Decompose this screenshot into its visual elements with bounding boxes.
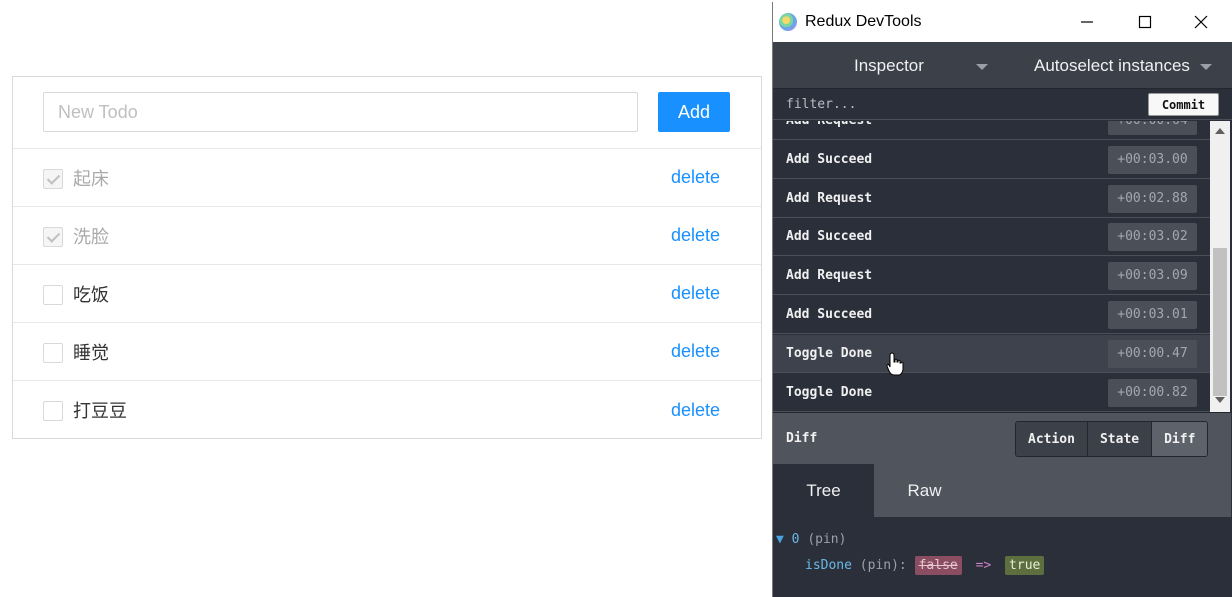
- commit-button[interactable]: Commit: [1148, 93, 1219, 116]
- action-time-badge: +00:03.00: [1108, 145, 1197, 174]
- delete-link[interactable]: delete: [671, 225, 720, 246]
- minimize-button[interactable]: [1073, 10, 1101, 34]
- diff-arrow: =>: [975, 558, 992, 573]
- hand-cursor-icon: [886, 352, 904, 376]
- delete-link[interactable]: delete: [671, 341, 720, 362]
- action-row[interactable]: Add Succeed +00:03.00: [773, 140, 1210, 179]
- mode-button-state[interactable]: State: [1087, 422, 1153, 456]
- action-name: Add Succeed: [786, 307, 873, 322]
- action-row[interactable]: Add Request +00:03.09: [773, 257, 1210, 296]
- window-title: Redux DevTools: [805, 13, 922, 30]
- tab-raw[interactable]: Raw: [874, 464, 975, 517]
- redux-devtools-logo-icon: [779, 13, 797, 31]
- todo-text: 吃饭: [73, 284, 109, 306]
- action-name: Add Succeed: [786, 229, 873, 245]
- close-icon: [1194, 15, 1208, 29]
- maximize-icon: [1138, 15, 1152, 29]
- todo-text: 睡觉: [73, 342, 109, 364]
- delete-link[interactable]: delete: [671, 167, 720, 188]
- inspector-dropdown[interactable]: Inspector: [854, 56, 924, 76]
- action-time-badge: +00:00.47: [1108, 339, 1197, 368]
- window-titlebar: Redux DevTools: [773, 2, 1232, 42]
- todo-checkbox[interactable]: [43, 401, 63, 421]
- scroll-up-arrow-icon[interactable]: [1215, 128, 1225, 134]
- action-row[interactable]: Toggle Done +00:00.82: [773, 373, 1210, 412]
- todo-checkbox[interactable]: [43, 227, 63, 247]
- todo-checkbox[interactable]: [43, 343, 63, 363]
- diff-panel-header: Diff Action State Diff: [773, 412, 1231, 464]
- todo-item: 洗脸 delete: [13, 207, 761, 265]
- minimize-icon: [1081, 21, 1093, 23]
- action-time-badge: +00:02.88: [1108, 184, 1197, 213]
- action-time-badge: +00:03.09: [1108, 262, 1197, 291]
- redux-devtools-window: Redux DevTools Inspector Autoselect inst…: [772, 2, 1232, 597]
- new-todo-input[interactable]: [43, 92, 638, 132]
- tree-node-row[interactable]: ▼ 0 (pin): [776, 532, 846, 547]
- tree-node-key: 0: [791, 532, 800, 547]
- view-tabs: Tree Raw: [773, 464, 1231, 517]
- action-row[interactable]: Add Succeed +00:03.01: [773, 296, 1210, 334]
- todo-text: 起床: [73, 168, 109, 190]
- expand-triangle-icon[interactable]: ▼: [776, 532, 784, 547]
- scroll-down-arrow-icon[interactable]: [1215, 397, 1225, 403]
- tree-field-row: isDone (pin): false => true: [805, 556, 1045, 575]
- action-row[interactable]: Add Succeed +00:03.02: [773, 218, 1210, 257]
- delete-link[interactable]: delete: [671, 400, 720, 421]
- action-row[interactable]: Toggle Done +00:00.47: [773, 334, 1210, 373]
- inspector-chevron-down-icon[interactable]: [976, 64, 988, 70]
- action-time-badge: +00:03.01: [1108, 301, 1197, 329]
- delete-link[interactable]: delete: [671, 283, 720, 304]
- todo-checkbox[interactable]: [43, 285, 63, 305]
- todo-checkbox[interactable]: [43, 169, 63, 189]
- todo-list: 起床 delete 洗脸 delete 吃饭 delete 睡觉 delete 打豆豆 delet…: [13, 149, 761, 439]
- todo-header: Add: [13, 77, 761, 149]
- diff-tree: ▼ 0 (pin) isDone (pin): false => true: [773, 517, 1231, 597]
- instances-chevron-down-icon[interactable]: [1200, 64, 1212, 70]
- action-time-badge: +00:00.64: [1108, 121, 1197, 135]
- todo-item: 打豆豆 delete: [13, 381, 761, 439]
- filter-input[interactable]: [773, 89, 1143, 120]
- action-name: Toggle Done: [786, 384, 873, 400]
- action-row[interactable]: Add Request +00:02.88: [773, 179, 1210, 218]
- todo-text: 洗脸: [73, 226, 109, 248]
- action-list-scrollbar[interactable]: [1210, 121, 1230, 412]
- tree-field-type: (pin):: [859, 558, 907, 573]
- new-value-badge: true: [1005, 556, 1045, 575]
- action-name: Add Succeed: [786, 151, 873, 167]
- action-time-badge: +00:00.82: [1108, 378, 1197, 407]
- action-name: Toggle Done: [786, 345, 873, 361]
- action-name: Add Request: [786, 121, 872, 128]
- action-name: Add Request: [786, 190, 873, 206]
- diff-panel-title: Diff: [786, 431, 818, 446]
- scroll-thumb[interactable]: [1213, 248, 1227, 396]
- mode-button-action[interactable]: Action: [1016, 422, 1088, 456]
- add-button[interactable]: Add: [658, 92, 730, 132]
- monitor-mode-switch: Action State Diff: [1015, 421, 1209, 457]
- todo-item: 起床 delete: [13, 149, 761, 207]
- todo-item: 吃饭 delete: [13, 265, 761, 323]
- instances-dropdown[interactable]: Autoselect instances: [1034, 56, 1190, 76]
- action-row[interactable]: Add Request +00:00.64: [773, 121, 1210, 140]
- close-button[interactable]: [1187, 10, 1215, 34]
- todo-text: 打豆豆: [73, 401, 127, 422]
- devtools-toolbar: Inspector Autoselect instances: [773, 42, 1232, 89]
- tab-tree[interactable]: Tree: [773, 464, 874, 517]
- action-time-badge: +00:03.02: [1108, 223, 1197, 252]
- todo-card: Add 起床 delete 洗脸 delete 吃饭 delete 睡觉 delete 打豆豆 d…: [12, 76, 762, 439]
- maximize-button[interactable]: [1131, 10, 1159, 34]
- action-list: Add Request +00:00.64 Add Succeed +00:03.00…: [773, 121, 1210, 412]
- filter-bar: Commit: [773, 89, 1232, 120]
- action-name: Add Request: [786, 268, 873, 284]
- mode-button-diff[interactable]: Diff: [1152, 422, 1208, 456]
- tree-field-key: isDone: [805, 558, 852, 573]
- tree-node-type: (pin): [807, 532, 847, 547]
- todo-item: 睡觉 delete: [13, 323, 761, 381]
- old-value-badge: false: [914, 556, 962, 575]
